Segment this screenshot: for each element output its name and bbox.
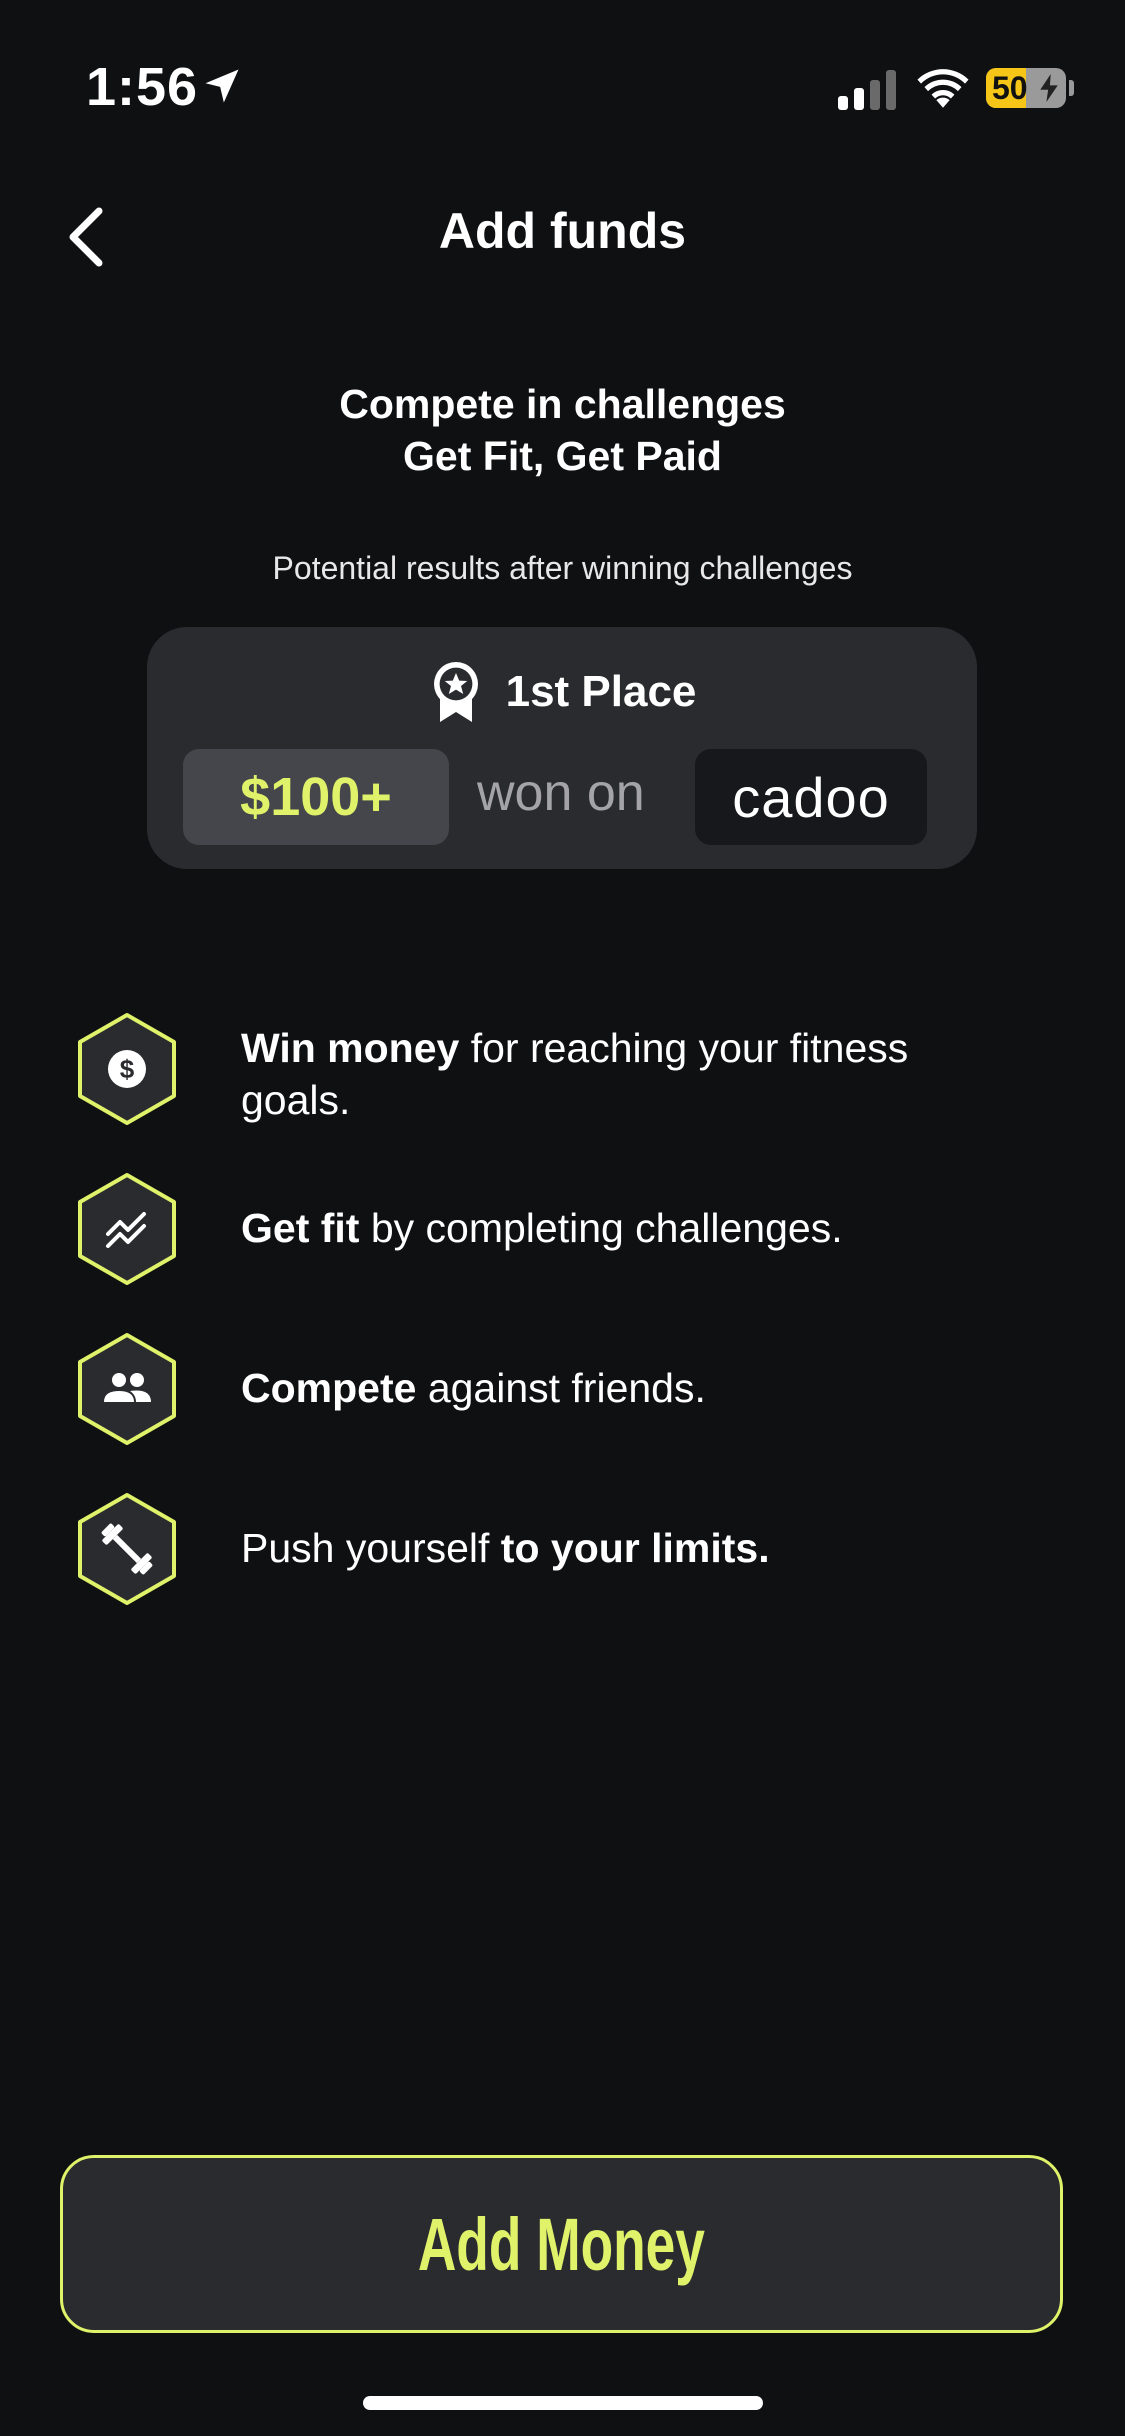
place-label: 1st Place xyxy=(505,667,697,716)
result-card: 1st Place $100+ won on cadoo xyxy=(147,627,977,869)
battery-percent: 50 xyxy=(992,70,1028,106)
feature-rest: against friends. xyxy=(416,1365,706,1411)
wifi-icon xyxy=(917,69,969,108)
headline: Compete in challenges Get Fit, Get Paid xyxy=(0,378,1125,482)
place-row: 1st Place xyxy=(147,657,977,727)
feature-bold: Win money xyxy=(241,1025,460,1071)
people-icon xyxy=(78,1333,176,1445)
feature-text: Push yourself to your limits. xyxy=(241,1522,1001,1574)
headline-line-2: Get Fit, Get Paid xyxy=(403,433,722,479)
headline-line-1: Compete in challenges xyxy=(339,381,786,427)
feature-bold: Get fit xyxy=(241,1205,360,1251)
dumbbell-icon xyxy=(78,1493,176,1605)
battery-tip xyxy=(1069,80,1074,96)
feature-bold: Compete xyxy=(241,1365,417,1411)
trend-icon xyxy=(78,1173,176,1285)
feature-text: Win money for reaching your fitness goal… xyxy=(241,1022,1001,1126)
feature-bold: to your limits. xyxy=(500,1525,770,1571)
status-bar: 1:56 50 xyxy=(0,0,1125,150)
status-time: 1:56 xyxy=(86,57,199,117)
brand-logo: cadoo xyxy=(695,749,927,845)
nav-bar: Add funds xyxy=(0,180,1125,290)
dollar-icon: $ xyxy=(78,1013,176,1125)
page-title: Add funds xyxy=(438,203,687,259)
ribbon-star-icon xyxy=(433,662,478,722)
signal-icon xyxy=(838,70,896,110)
battery-icon: 50 xyxy=(986,68,1066,108)
won-on-text: won on xyxy=(477,764,645,822)
home-indicator[interactable] xyxy=(363,2396,763,2410)
prize-badge: $100+ xyxy=(183,749,449,845)
add-money-label: Add Money xyxy=(417,2202,706,2286)
bolt-icon xyxy=(1040,74,1058,102)
feature-text: Compete against friends. xyxy=(241,1362,1001,1414)
feature-prefix: Push yourself xyxy=(241,1525,501,1571)
add-money-button[interactable]: Add Money xyxy=(60,2155,1063,2333)
svg-text:$: $ xyxy=(120,1054,135,1084)
location-arrow-icon xyxy=(205,69,239,103)
feature-rest: by completing challenges. xyxy=(359,1205,843,1251)
results-caption: Potential results after winning challeng… xyxy=(272,550,853,586)
feature-text: Get fit by completing challenges. xyxy=(241,1202,1001,1254)
